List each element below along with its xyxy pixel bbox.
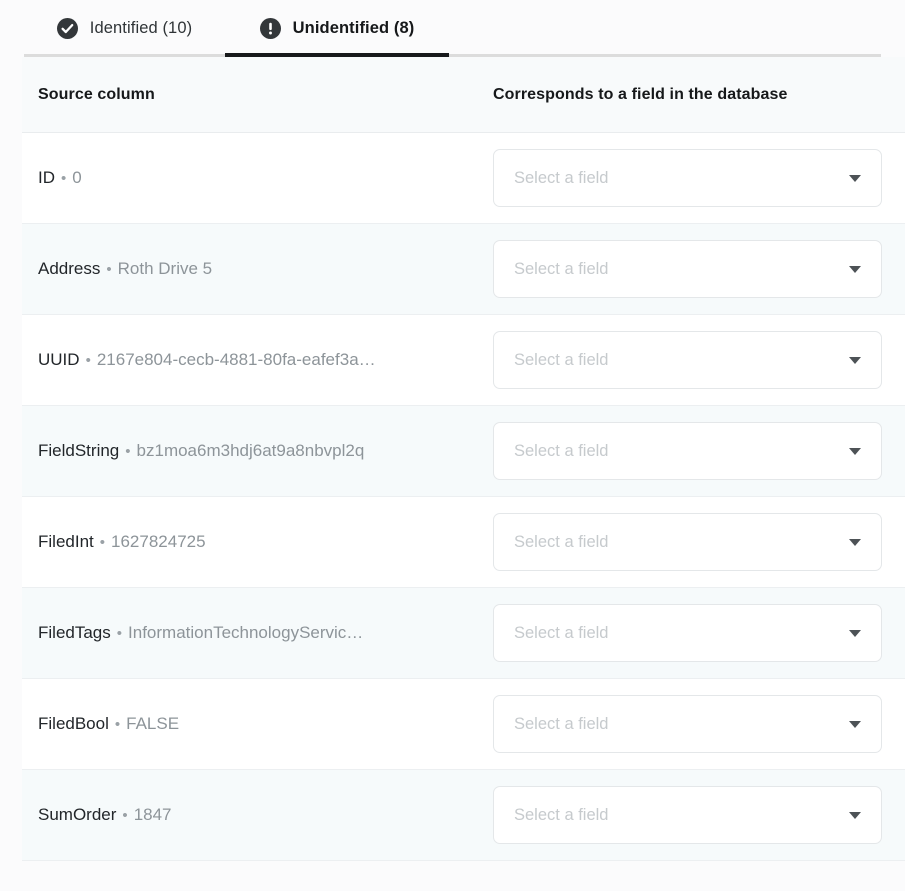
field-mapping-table: Source column Corresponds to a field in … [0,57,905,861]
source-column-line: ID • 0 [38,167,467,189]
tab-unidentified[interactable]: Unidentified (8) [225,0,449,57]
source-column-sample-value: Roth Drive 5 [117,258,213,278]
source-column-cell: FiledTags • InformationTechnologyServic… [22,622,477,644]
check-circle-icon [56,18,78,39]
table-row: FiledInt • 1627824725 Select a field [22,497,905,588]
tab-bar: Identified (10) Unidentified (8) [0,0,905,57]
chevron-down-icon [849,447,861,455]
field-select-placeholder: Select a field [514,805,609,824]
target-field-cell: Select a field [477,422,905,480]
source-column-separator: • [116,624,123,642]
table-row: FiledBool • FALSE Select a field [22,679,905,770]
source-column-line: FiledTags • InformationTechnologyServic… [38,622,467,644]
table-body: ID • 0 Select a field Address • Roth Drive 5 Se… [0,133,905,861]
table-row: UUID • 2167e804-cecb-4881-80fa-eafef3a… Sel… [22,315,905,406]
field-select[interactable]: Select a field [493,513,882,571]
table-row: SumOrder • 1847 Select a field [22,770,905,861]
source-column-sample-value: 1847 [133,804,172,824]
source-column-separator: • [125,442,131,460]
source-column-separator: • [61,169,67,187]
source-column-line: UUID • 2167e804-cecb-4881-80fa-eafef3a… [38,349,467,371]
table-row: ID • 0 Select a field [22,133,905,224]
target-field-cell: Select a field [477,513,905,571]
source-column-sample-value: FALSE [126,713,180,733]
field-select[interactable]: Select a field [493,149,882,207]
table-row: Address • Roth Drive 5 Select a field [22,224,905,315]
source-column-sample-value: 0 [72,167,82,187]
column-header-source: Source column [38,85,155,103]
source-column-name: FiledBool [38,713,109,733]
field-select-placeholder: Select a field [514,623,609,642]
source-column-name: FiledTags [38,622,111,642]
source-column-cell: FieldString • bz1moa6m3hdj6at9a8nbvpl2q [22,440,477,462]
source-column-cell: ID • 0 [22,167,477,189]
source-column-name: FiledInt [38,531,94,551]
target-field-cell: Select a field [477,604,905,662]
target-field-cell: Select a field [477,240,905,298]
chevron-down-icon [849,538,861,546]
source-column-separator: • [85,351,91,369]
table-row: FiledTags • InformationTechnologyServic… Se… [22,588,905,679]
field-select[interactable]: Select a field [493,331,882,389]
target-field-cell: Select a field [477,331,905,389]
table-header-row: Source column Corresponds to a field in … [22,57,905,133]
source-column-line: Address • Roth Drive 5 [38,258,467,280]
target-field-cell: Select a field [477,695,905,753]
source-column-name: SumOrder [38,804,117,824]
table-row: FieldString • bz1moa6m3hdj6at9a8nbvpl2q Sel… [22,406,905,497]
chevron-down-icon [849,174,861,182]
source-column-separator: • [122,806,128,824]
field-select-placeholder: Select a field [514,714,609,733]
source-column-line: FiledBool • FALSE [38,713,467,735]
field-select-placeholder: Select a field [514,532,609,551]
target-field-cell: Select a field [477,786,905,844]
chevron-down-icon [849,811,861,819]
active-tab-indicator [225,53,449,57]
field-select[interactable]: Select a field [493,695,882,753]
tab-identified-label: Identified (10) [89,19,193,37]
field-select-placeholder: Select a field [514,259,609,278]
source-column-separator: • [99,533,106,551]
chevron-down-icon [849,356,861,364]
source-column-cell: UUID • 2167e804-cecb-4881-80fa-eafef3a… [22,349,477,371]
field-select-placeholder: Select a field [514,350,609,369]
tab-unidentified-label: Unidentified (8) [292,19,415,37]
source-column-line: SumOrder • 1847 [38,804,467,826]
field-mapping-page: Identified (10) Unidentified (8) Source … [0,0,905,891]
source-column-name: FieldString [38,440,120,460]
field-select-placeholder: Select a field [514,168,609,187]
source-column-cell: FiledBool • FALSE [22,713,477,735]
source-column-sample-value: InformationTechnologyServic… [128,622,364,642]
source-column-sample-value: bz1moa6m3hdj6at9a8nbvpl2q [136,440,365,460]
source-column-cell: Address • Roth Drive 5 [22,258,477,280]
source-column-cell: SumOrder • 1847 [22,804,477,826]
field-select[interactable]: Select a field [493,604,882,662]
source-column-sample-value: 1627824725 [111,531,206,551]
source-column-line: FieldString • bz1moa6m3hdj6at9a8nbvpl2q [38,440,467,462]
field-select[interactable]: Select a field [493,240,882,298]
exclamation-circle-icon [259,18,281,39]
source-column-cell: FiledInt • 1627824725 [22,531,477,553]
source-column-name: UUID [38,349,80,369]
field-select[interactable]: Select a field [493,786,882,844]
field-select-placeholder: Select a field [514,441,609,460]
chevron-down-icon [849,265,861,273]
source-column-line: FiledInt • 1627824725 [38,531,467,553]
column-header-target: Corresponds to a field in the database [493,85,788,103]
target-field-cell: Select a field [477,149,905,207]
source-column-separator: • [114,715,121,733]
source-column-name: Address [38,258,101,278]
chevron-down-icon [849,720,861,728]
source-column-separator: • [106,260,112,278]
source-column-sample-value: 2167e804-cecb-4881-80fa-eafef3a… [96,349,376,369]
chevron-down-icon [849,629,861,637]
field-select[interactable]: Select a field [493,422,882,480]
tab-identified[interactable]: Identified (10) [24,0,225,57]
source-column-name: ID [38,167,55,187]
